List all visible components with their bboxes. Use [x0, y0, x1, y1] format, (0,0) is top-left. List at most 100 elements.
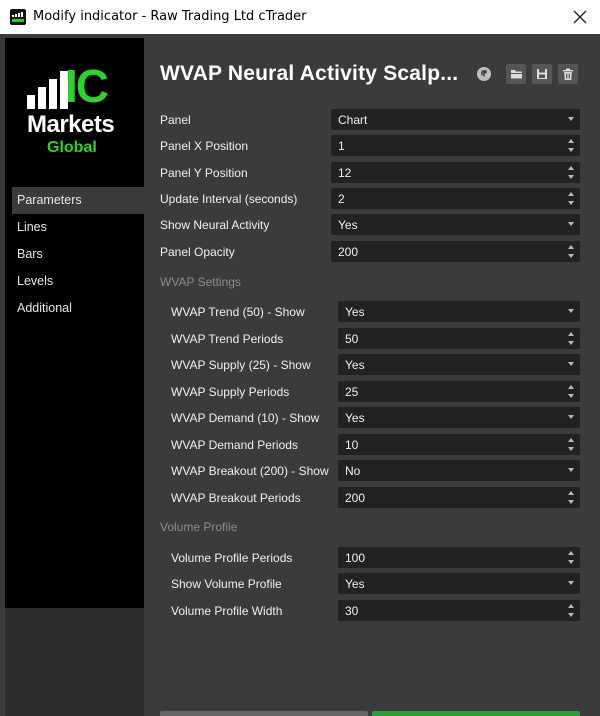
open-button[interactable]	[506, 64, 526, 84]
param-row-panel-x: Panel X Position 1	[160, 135, 580, 157]
window-title: Modify indicator - Raw Trading Ltd cTrad…	[33, 9, 307, 24]
update-interval-stepper[interactable]: 2	[331, 188, 580, 209]
section-volume-profile: Volume Profile	[160, 520, 238, 534]
chevron-down-icon	[568, 362, 574, 366]
param-label: WVAP Trend Periods	[171, 332, 284, 346]
spin-arrows-icon[interactable]	[568, 139, 575, 152]
param-label: WVAP Breakout (200) - Show	[171, 464, 329, 478]
header-actions	[474, 64, 578, 84]
param-row-show-neural: Show Neural Activity Yes	[160, 214, 580, 236]
select-value: Yes	[338, 218, 358, 232]
param-row-wvap-breakout-show: WVAP Breakout (200) - Show No	[160, 460, 580, 482]
footer-actions	[160, 711, 580, 716]
spin-arrows-icon[interactable]	[568, 385, 575, 398]
sidebar-nav: Parameters Lines Bars Levels Additional	[12, 187, 144, 322]
wvap-trend-show-select[interactable]: Yes	[338, 301, 580, 322]
volume-show-select[interactable]: Yes	[338, 573, 580, 594]
close-button[interactable]	[568, 5, 592, 29]
select-value: Yes	[345, 305, 365, 319]
cancel-button[interactable]	[160, 711, 368, 716]
param-label: Show Neural Activity	[160, 218, 270, 232]
param-label: WVAP Demand Periods	[171, 438, 298, 452]
volume-width-stepper[interactable]: 30	[338, 600, 580, 621]
wvap-breakout-show-select[interactable]: No	[338, 460, 580, 481]
param-label: WVAP Supply Periods	[171, 385, 290, 399]
dialog-body: IC Markets Global Parameters Lines Bars …	[0, 34, 600, 716]
sidebar-item-additional[interactable]: Additional	[12, 295, 144, 322]
sidebar-footer	[5, 608, 144, 716]
param-row-volume-periods: Volume Profile Periods 100	[160, 547, 580, 569]
ok-button[interactable]	[372, 711, 580, 716]
wvap-supply-periods-stepper[interactable]: 25	[338, 381, 580, 402]
stepper-value: 200	[338, 245, 359, 259]
help-icon	[477, 67, 491, 81]
logo-ic: IC	[65, 60, 109, 112]
select-value: No	[345, 464, 361, 478]
sidebar-item-levels[interactable]: Levels	[12, 268, 144, 295]
spin-arrows-icon[interactable]	[568, 166, 575, 179]
stepper-value: 30	[345, 604, 359, 618]
spin-arrows-icon[interactable]	[568, 192, 575, 205]
select-value: Yes	[345, 358, 365, 372]
sidebar-item-parameters[interactable]: Parameters	[12, 187, 144, 214]
spin-arrows-icon[interactable]	[568, 332, 575, 345]
stepper-value: 100	[345, 551, 366, 565]
param-label: Volume Profile Periods	[171, 551, 293, 565]
indicator-title: WVAP Neural Activity Scalp...	[160, 62, 459, 85]
panel-y-stepper[interactable]: 12	[331, 162, 580, 183]
logo-markets: Markets	[27, 111, 115, 138]
param-row-wvap-supply-periods: WVAP Supply Periods 25	[160, 381, 580, 403]
spin-arrows-icon[interactable]	[568, 551, 575, 564]
help-button[interactable]	[474, 64, 494, 84]
spin-arrows-icon[interactable]	[568, 491, 575, 504]
param-row-wvap-breakout-periods: WVAP Breakout Periods 200	[160, 487, 580, 509]
param-label: WVAP Breakout Periods	[171, 491, 301, 505]
chevron-down-icon	[568, 468, 574, 472]
stepper-value: 25	[345, 385, 359, 399]
volume-periods-stepper[interactable]: 100	[338, 547, 580, 568]
stepper-value: 12	[338, 166, 352, 180]
chevron-down-icon	[568, 415, 574, 419]
stepper-value: 200	[345, 491, 366, 505]
sidebar: IC Markets Global Parameters Lines Bars …	[5, 38, 144, 716]
wvap-trend-periods-stepper[interactable]: 50	[338, 328, 580, 349]
param-label: Panel	[160, 113, 191, 127]
param-row-update-interval: Update Interval (seconds) 2	[160, 188, 580, 210]
sidebar-item-lines[interactable]: Lines	[12, 214, 144, 241]
param-row-wvap-supply-show: WVAP Supply (25) - Show Yes	[160, 354, 580, 376]
wvap-breakout-periods-stepper[interactable]: 200	[338, 487, 580, 508]
param-label: WVAP Supply (25) - Show	[171, 358, 311, 372]
param-row-panel-y: Panel Y Position 12	[160, 162, 580, 184]
param-label: WVAP Demand (10) - Show	[171, 411, 320, 425]
delete-button[interactable]	[558, 64, 578, 84]
param-label: Panel Opacity	[160, 245, 235, 259]
trash-icon	[563, 68, 573, 80]
title-bar: Modify indicator - Raw Trading Ltd cTrad…	[0, 0, 600, 34]
select-value: Yes	[345, 411, 365, 425]
param-row-wvap-demand-show: WVAP Demand (10) - Show Yes	[160, 407, 580, 429]
stepper-value: 10	[345, 438, 359, 452]
show-neural-select[interactable]: Yes	[331, 214, 580, 235]
param-row-panel: Panel Chart	[160, 109, 580, 131]
folder-icon	[510, 70, 522, 79]
wvap-supply-show-select[interactable]: Yes	[338, 354, 580, 375]
wvap-demand-show-select[interactable]: Yes	[338, 407, 580, 428]
panel-x-stepper[interactable]: 1	[331, 135, 580, 156]
panel-select[interactable]: Chart	[331, 109, 580, 130]
spin-arrows-icon[interactable]	[568, 438, 575, 451]
ic-markets-logo: IC Markets Global	[27, 60, 127, 165]
logo-global: Global	[47, 139, 97, 156]
sidebar-item-bars[interactable]: Bars	[12, 241, 144, 268]
param-row-volume-show: Show Volume Profile Yes	[160, 573, 580, 595]
param-label: WVAP Trend (50) - Show	[171, 305, 305, 319]
save-button[interactable]	[532, 64, 552, 84]
chevron-down-icon	[568, 117, 574, 121]
select-value: Yes	[345, 577, 365, 591]
panel-opacity-stepper[interactable]: 200	[331, 241, 580, 262]
chevron-down-icon	[568, 581, 574, 585]
spin-arrows-icon[interactable]	[568, 245, 575, 258]
spin-arrows-icon[interactable]	[568, 604, 575, 617]
wvap-demand-periods-stepper[interactable]: 10	[338, 434, 580, 455]
save-icon	[537, 69, 547, 79]
app-icon	[10, 9, 26, 25]
